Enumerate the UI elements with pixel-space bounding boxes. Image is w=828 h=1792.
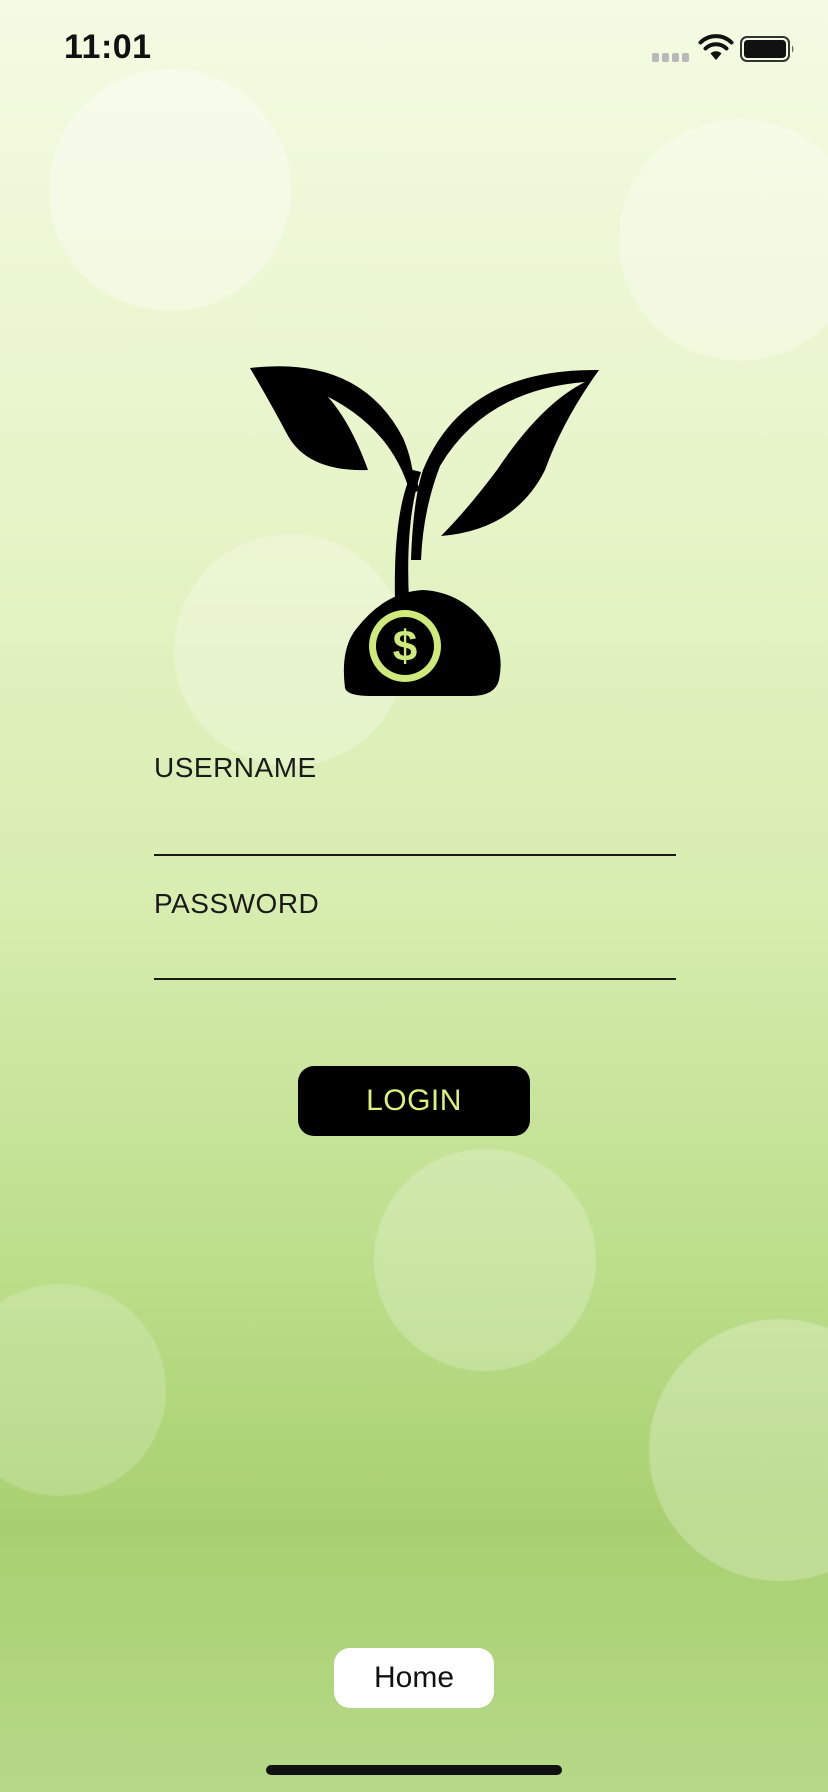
home-indicator[interactable] [266, 1765, 562, 1775]
battery-icon [740, 36, 794, 62]
status-bar: 11:01 [0, 0, 828, 100]
login-button[interactable]: LOGIN [298, 1066, 530, 1136]
username-label: USERNAME [154, 752, 317, 783]
sprout-dollar-logo-icon: $ [250, 366, 599, 696]
home-button[interactable]: Home [334, 1648, 494, 1708]
status-time: 11:01 [64, 28, 152, 66]
password-label: PASSWORD [154, 888, 320, 919]
wifi-icon [698, 34, 734, 60]
cellular-signal-icon [652, 53, 689, 62]
username-field[interactable] [154, 814, 676, 856]
svg-text:$: $ [393, 622, 417, 671]
password-field[interactable] [154, 938, 676, 980]
